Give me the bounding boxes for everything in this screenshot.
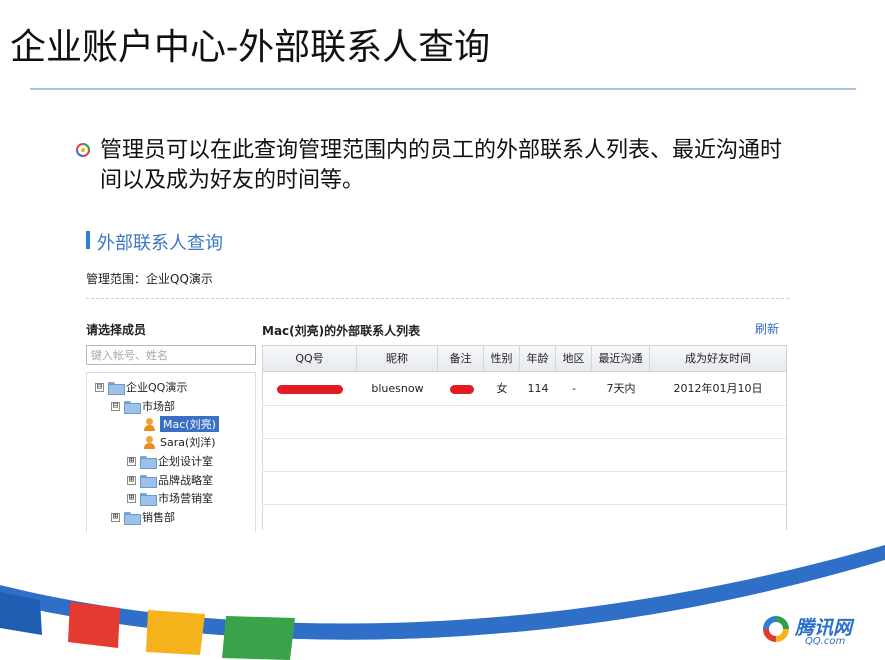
folder-icon <box>140 492 157 506</box>
bullet-circle-icon <box>76 143 90 157</box>
row-divider <box>263 405 786 406</box>
column-header-remark[interactable]: 备注 <box>438 346 484 372</box>
select-member-label: 请选择成员 <box>86 323 147 337</box>
column-header-nickname[interactable]: 昵称 <box>357 346 438 372</box>
table-header: QQ号 昵称 备注 性别 年龄 地区 最近沟通 成为好友时间 <box>263 346 786 372</box>
tree-node-label: 企划设计室 <box>158 455 213 468</box>
folder-icon <box>124 511 141 525</box>
logo-center <box>769 622 783 636</box>
folder-icon <box>140 455 157 469</box>
row-divider <box>263 504 786 505</box>
tree-node-label: Sara(刘洋) <box>160 436 216 449</box>
cell-qq <box>263 373 357 405</box>
tree-node-dept-market[interactable]: ⊟ 市场部 <box>111 398 175 414</box>
member-search-input[interactable] <box>86 345 256 365</box>
decorative-swoosh <box>0 545 885 660</box>
cell-region: - <box>572 382 576 395</box>
collapse-icon[interactable]: ⊟ <box>111 401 120 411</box>
redaction-mark <box>277 385 343 394</box>
tree-node-label: 市场营销室 <box>158 492 213 505</box>
cell-nickname: bluesnow <box>371 382 424 395</box>
tree-node-label: 销售部 <box>142 511 175 524</box>
refresh-link[interactable]: 刷新 <box>755 320 779 337</box>
slide: 企业账户中心-外部联系人查询 管理员可以在此查询管理范围内的员工的外部联系人列表… <box>0 0 885 660</box>
title-divider <box>30 88 856 90</box>
column-header-age[interactable]: 年龄 <box>520 346 556 372</box>
contact-list-title: Mac(刘亮)的外部联系人列表 <box>262 324 421 338</box>
expand-icon[interactable]: ⊞ <box>127 456 136 466</box>
expand-icon[interactable]: ⊞ <box>127 475 136 485</box>
tree-node-sub-brand[interactable]: ⊞ 品牌战略室 <box>127 472 213 488</box>
column-header-last-contact[interactable]: 最近沟通 <box>592 346 650 372</box>
tree-node-member-sara[interactable]: Sara(刘洋) <box>143 434 216 450</box>
cell-friend-since: 2012年01月10日 <box>673 382 763 395</box>
tree-node-label: 企业QQ演示 <box>126 381 188 394</box>
cell-age: 114 <box>527 382 549 395</box>
management-scope: 管理范围：企业QQ演示 <box>86 272 213 286</box>
folder-icon <box>108 381 125 395</box>
redaction-mark <box>450 385 474 394</box>
org-tree: ⊟ 企业QQ演示 ⊟ 市场部 Mac(刘亮) Sara(刘洋) ⊞ 企划设计室 … <box>86 372 256 532</box>
tree-node-label: 品牌战略室 <box>158 474 213 487</box>
cell-last-contact: 7天内 <box>606 382 636 395</box>
panel-title: 外部联系人查询 <box>97 233 223 254</box>
tree-node-label: Mac(刘亮) <box>160 416 219 432</box>
expand-icon[interactable]: ⊞ <box>127 493 136 503</box>
row-divider <box>263 438 786 439</box>
folder-icon <box>124 400 141 414</box>
bullet-text: 管理员可以在此查询管理范围内的员工的外部联系人列表、最近沟通时间以及成为好友的时… <box>100 138 783 193</box>
expand-icon[interactable]: ⊞ <box>111 512 120 522</box>
tencent-logo: 腾讯网 QQ.com <box>757 610 872 652</box>
contact-table: QQ号 昵称 备注 性别 年龄 地区 最近沟通 成为好友时间 bluesnow … <box>262 345 787 530</box>
tree-node-label: 市场部 <box>142 400 175 413</box>
column-header-friend-since[interactable]: 成为好友时间 <box>650 346 786 372</box>
panel-title-accent <box>86 231 90 249</box>
logo-text-en: QQ.com <box>805 636 846 647</box>
tree-node-root[interactable]: ⊟ 企业QQ演示 <box>95 379 187 395</box>
folder-icon <box>140 474 157 488</box>
column-header-qq[interactable]: QQ号 <box>263 346 357 372</box>
column-header-gender[interactable]: 性别 <box>484 346 520 372</box>
user-icon <box>143 417 156 431</box>
tree-node-sub-sales-market[interactable]: ⊞ 市场营销室 <box>127 490 213 506</box>
user-icon <box>143 435 156 449</box>
cell-remark <box>438 373 484 405</box>
cell-gender: 女 <box>496 382 508 395</box>
collapse-icon[interactable]: ⊟ <box>95 382 104 392</box>
tree-node-member-mac[interactable]: Mac(刘亮) <box>143 416 219 432</box>
dashed-divider <box>86 298 789 299</box>
tree-node-sub-plan[interactable]: ⊞ 企划设计室 <box>127 453 213 469</box>
row-divider <box>263 471 786 472</box>
slide-title: 企业账户中心-外部联系人查询 <box>10 27 491 68</box>
column-header-region[interactable]: 地区 <box>556 346 592 372</box>
tree-node-dept-sales[interactable]: ⊞ 销售部 <box>111 509 175 525</box>
